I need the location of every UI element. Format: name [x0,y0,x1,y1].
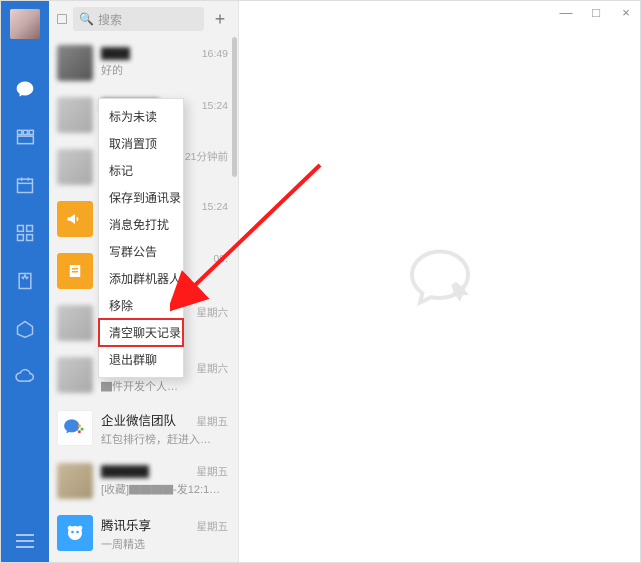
menu-save-contacts[interactable]: 保存到通讯录 [99,184,183,211]
chat-avatar [57,97,93,133]
chat-avatar [57,357,93,393]
chat-preview: ▇件开发个人… [101,378,228,394]
minimize-button[interactable]: — [558,5,574,20]
chat-item[interactable]: 企业微信团队 星期五 红包排行榜，赶进入… [49,402,238,455]
chat-avatar [57,149,93,185]
chat-time: 星期六 [197,361,229,376]
menu-leave-group[interactable]: 退出群聊 [99,346,183,373]
chat-time: 09: [213,253,228,265]
menu-add-bot[interactable]: 添加群机器人 [99,265,183,292]
menu-icon[interactable] [16,534,34,548]
chat-time: 星期六 [197,305,229,320]
chat-item[interactable]: ▇▇▇▇▇ 星期五 [收藏]▇▇▇▇-发12:1… [49,455,238,507]
notes-icon [57,253,93,289]
menu-remove[interactable]: 移除 [99,292,183,319]
chat-time: 星期五 [197,414,229,429]
chat-time: 16:49 [202,48,228,60]
chat-icon[interactable] [15,79,35,99]
lexiang-icon [57,515,93,551]
chat-avatar [57,463,93,499]
search-icon: 🔍 [79,12,94,26]
chat-title: ▇▇▇▇▇ [101,463,149,478]
chat-preview: 红包排行榜，赶进入… [101,431,228,447]
chat-time: 21分钟前 [185,149,228,164]
chat-preview: 好的 [101,62,228,78]
collapse-icon[interactable] [57,14,67,24]
menu-clear-history[interactable]: 清空聊天记录 [99,319,183,346]
drive-icon[interactable] [15,319,35,339]
apps-icon[interactable] [15,223,35,243]
new-chat-button[interactable]: + [210,9,230,29]
chat-time: 15:24 [202,201,228,213]
menu-mute[interactable]: 消息免打扰 [99,211,183,238]
chat-time: 15:24 [202,100,228,112]
chat-title: 企业微信团队 [101,410,176,429]
menu-tag[interactable]: 标记 [99,157,183,184]
chat-preview: 一周精选 [101,536,228,552]
chat-item[interactable]: 审批星期四 你的用章申请（不外… [49,560,238,562]
chat-time: 星期五 [197,519,229,534]
docs-icon[interactable] [15,271,35,291]
calendar-icon[interactable] [15,175,35,195]
menu-mark-unread[interactable]: 标为未读 [99,103,183,130]
chat-preview: [收藏]▇▇▇▇-发12:1… [101,481,228,497]
wecom-icon [57,410,93,446]
announcement-icon [57,201,93,237]
chat-title: ▇▇▇ [101,45,130,60]
context-menu: 标为未读 取消置顶 标记 保存到通讯录 消息免打扰 写群公告 添加群机器人 移除… [98,98,184,378]
maximize-button[interactable]: □ [588,5,604,20]
main-content: — □ × [239,1,640,562]
chat-title: 腾讯乐享 [101,515,151,534]
chat-item[interactable]: ▇▇▇ 16:49 好的 [49,37,238,89]
sidebar-nav [1,1,49,562]
user-avatar[interactable] [10,9,40,39]
chat-avatar [57,305,93,341]
menu-group-notice[interactable]: 写群公告 [99,238,183,265]
menu-unpin[interactable]: 取消置顶 [99,130,183,157]
close-button[interactable]: × [618,5,634,20]
contacts-icon[interactable] [15,127,35,147]
chat-item[interactable]: 腾讯乐享 星期五 一周精选 [49,507,238,560]
chat-time: 星期五 [197,464,229,479]
empty-placeholder-icon [400,239,480,324]
cloud-icon[interactable] [15,367,35,387]
search-input[interactable]: 🔍 搜索 [73,7,204,31]
search-placeholder: 搜索 [98,11,122,28]
chat-avatar [57,45,93,81]
